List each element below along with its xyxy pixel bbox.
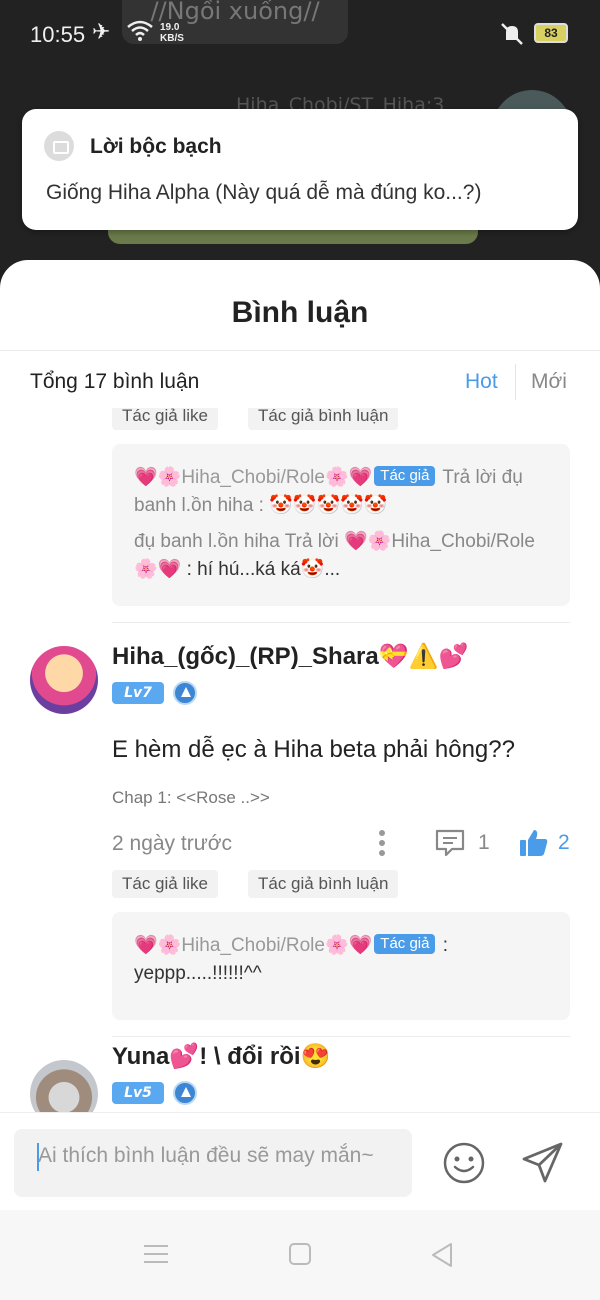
thumbs-up-icon xyxy=(520,830,548,856)
reply-author[interactable]: đụ banh l.ồn hiha xyxy=(134,531,280,552)
reply-item: đụ banh l.ồn hiha Trả lời 💗🌸Hiha_Chobi/R… xyxy=(134,528,548,584)
reply-count: 1 xyxy=(478,831,490,854)
like-count: 2 xyxy=(558,831,570,854)
send-icon[interactable] xyxy=(520,1139,566,1185)
user-name[interactable]: Hiha_(gốc)_(RP)_Shara💝⚠️💕 xyxy=(112,642,468,671)
author-comment-tag: Tác giả bình luận xyxy=(248,870,399,898)
tab-hot[interactable]: Hot xyxy=(465,370,498,394)
author-badge: Tác giả xyxy=(374,934,436,954)
author-badge: Tác giả xyxy=(374,466,436,486)
comments-sheet: Bình luận Tổng 17 bình luận Hot Mới Tác … xyxy=(0,260,600,1300)
mute-icon xyxy=(501,23,523,45)
comment-list[interactable]: Tác giả like Tác giả bình luận 💗🌸Hiha_Ch… xyxy=(0,408,600,1112)
reply-text: : hí hú...ká ká🤡... xyxy=(181,559,341,580)
avatar[interactable] xyxy=(30,646,98,714)
divider xyxy=(0,350,600,351)
reply-item: 💗🌸Hiha_Chobi/Role🌸💗 Tác giả Trả lời đụ ba… xyxy=(134,464,548,520)
notification-body: Giống Hiha Alpha (Này quá dễ mà đúng ko.… xyxy=(46,181,482,204)
system-nav-bar xyxy=(0,1210,600,1300)
reply-author[interactable]: 💗🌸Hiha_Chobi/Role🌸💗 xyxy=(134,935,372,956)
sheet-title: Bình luận xyxy=(231,296,369,329)
reply-author[interactable]: 💗🌸Hiha_Chobi/Role🌸💗 xyxy=(134,467,372,488)
comment-time: 2 ngày trước xyxy=(112,832,233,855)
network-speed: 19.0 KB/S xyxy=(160,22,184,44)
comment-total: Tổng 17 bình luận xyxy=(30,370,200,393)
author-comment-tag: Tác giả bình luận xyxy=(248,408,399,430)
battery-indicator: 83 xyxy=(534,23,568,43)
reply-verb: Trả lời xyxy=(279,531,344,552)
menu-icon[interactable] xyxy=(144,1244,168,1264)
back-icon[interactable] xyxy=(430,1242,454,1268)
network-speed-value: 19.0 xyxy=(160,22,180,33)
comment-text: E hèm dễ ẹc à Hiha beta phải hông?? xyxy=(112,736,515,763)
chapter-link[interactable]: Chap 1: <<Rose ..>> xyxy=(112,788,270,808)
airplane-icon: ✈ xyxy=(92,20,111,45)
level-badge: Lv7 xyxy=(112,682,164,704)
comment-input-placeholder: Ai thích bình luận đều sẽ may mắn~ xyxy=(38,1144,374,1167)
comment-icon xyxy=(435,829,465,857)
author-like-tag: Tác giả like xyxy=(112,870,218,898)
role-icon xyxy=(173,1081,197,1105)
author-like-tag: Tác giả like xyxy=(112,408,218,430)
comment-divider xyxy=(112,622,570,623)
home-icon[interactable] xyxy=(289,1243,311,1265)
user-name[interactable]: Yuna💕! \ đổi rồi😍 xyxy=(112,1042,330,1071)
level-badge: Lv5 xyxy=(112,1082,164,1104)
emoji-icon[interactable] xyxy=(442,1141,486,1185)
reply-button[interactable]: 1 xyxy=(434,828,490,858)
tab-new[interactable]: Mới xyxy=(531,370,567,394)
tab-divider xyxy=(515,364,516,400)
reply-box[interactable]: 💗🌸Hiha_Chobi/Role🌸💗 Tác giả : yeppp.....!… xyxy=(112,912,570,1020)
notification-card[interactable]: Lời bộc bạch Giống Hiha Alpha (Này quá d… xyxy=(22,109,578,230)
comment-divider xyxy=(112,1036,570,1037)
comment-input-bar: Ai thích bình luận đều sẽ may mắn~ xyxy=(0,1112,600,1210)
notification-title: Lời bộc bạch xyxy=(90,135,222,158)
status-bar: 10:55 ✈ 19.0 KB/S 83 xyxy=(0,12,600,56)
message-icon xyxy=(44,131,74,161)
reply-text: 🤡🤡🤡🤡🤡 xyxy=(269,495,388,516)
reply-box[interactable]: 💗🌸Hiha_Chobi/Role🌸💗 Tác giả Trả lời đụ ba… xyxy=(112,444,570,606)
like-button[interactable]: 2 xyxy=(518,828,570,858)
avatar[interactable] xyxy=(30,1060,98,1112)
status-time: 10:55 xyxy=(30,22,86,47)
more-options-icon[interactable] xyxy=(370,828,394,858)
wifi-icon xyxy=(127,20,153,41)
comment-input[interactable]: Ai thích bình luận đều sẽ may mắn~ xyxy=(14,1129,412,1197)
network-speed-unit: KB/S xyxy=(160,33,184,44)
role-icon xyxy=(173,681,197,705)
text-caret xyxy=(37,1143,39,1171)
